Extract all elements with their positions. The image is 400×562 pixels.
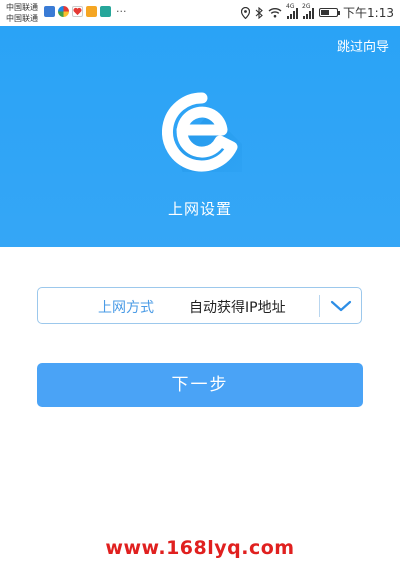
chevron-down-icon[interactable] (327, 296, 355, 316)
signal-strength-2: 2G (302, 3, 315, 19)
app-notification-icon (44, 6, 55, 17)
bluetooth-icon (255, 6, 263, 19)
system-indicators: 4G 2G 下午1:13 (241, 3, 394, 21)
connection-mode-value: 自动获得IP地址 (189, 300, 286, 316)
network-type-label: 2G (302, 2, 311, 10)
signal-strength-1: 4G (286, 3, 299, 19)
connection-mode-select[interactable]: 上网方式 自动获得IP地址 (37, 287, 362, 324)
notification-icons: ··· (44, 6, 127, 17)
app-notification-icon (58, 6, 69, 17)
lock-notification-icon (100, 6, 111, 17)
next-step-button[interactable]: 下一步 (37, 363, 363, 407)
location-icon (241, 6, 251, 19)
connection-mode-label: 上网方式 (98, 300, 154, 316)
status-bar: 中国联通 中国联通 ··· 4G 2G 下午1:13 (0, 0, 400, 26)
clock: 下午1:13 (343, 6, 394, 20)
battery-icon (319, 8, 341, 17)
skip-wizard-link[interactable]: 跳过向导 (337, 36, 389, 55)
more-notifications-icon: ··· (116, 5, 127, 18)
select-divider (319, 295, 320, 317)
wifi-icon (268, 8, 282, 18)
carrier-1: 中国联通 (6, 3, 38, 12)
page-title: 上网设置 (167, 200, 232, 218)
carrier-info: 中国联通 中国联通 (6, 2, 38, 24)
setup-header: 跳过向导 上网设置 (0, 26, 400, 247)
carrier-2: 中国联通 (6, 14, 38, 23)
health-app-icon (72, 6, 83, 17)
app-notification-icon (86, 6, 97, 17)
router-logo-icon (162, 92, 242, 172)
battery-level (321, 10, 330, 15)
site-watermark: www.168lyq.com (105, 537, 295, 559)
network-type-label: 4G (286, 2, 295, 10)
